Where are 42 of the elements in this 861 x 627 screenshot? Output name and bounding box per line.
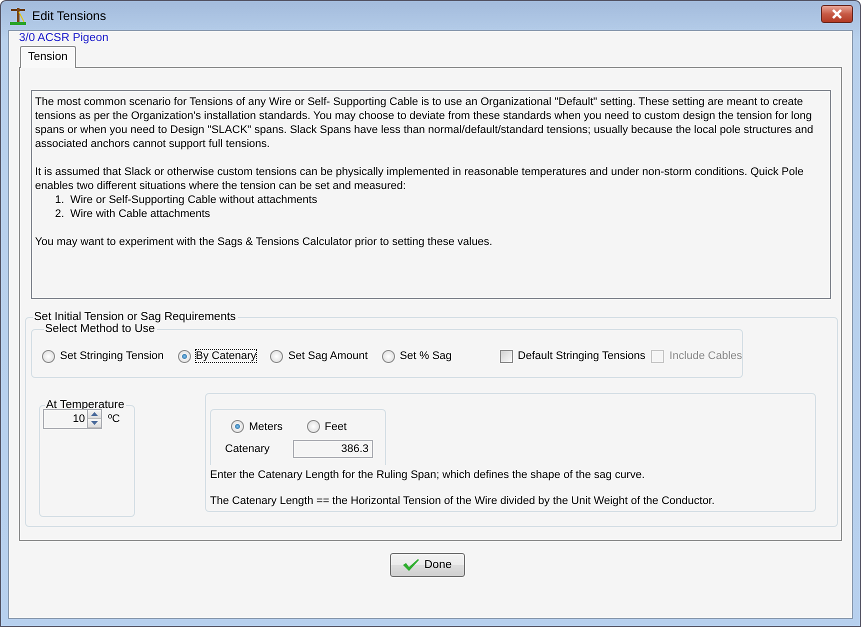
temperature-field[interactable]: 10 <box>43 409 87 429</box>
field-label: Catenary <box>225 443 270 455</box>
radio-button[interactable] <box>231 420 244 433</box>
checkbox[interactable] <box>500 350 513 362</box>
radio-label[interactable]: Set Sag Amount <box>288 350 368 362</box>
unit-label: ºC <box>108 413 120 425</box>
list-number: 1. <box>55 193 64 207</box>
close-button[interactable] <box>821 4 853 22</box>
group-title: Select Method to Use <box>44 323 156 335</box>
hint-text: Enter the Catenary Length for the Ruling Span; which defines the shape of the sag curve. <box>210 469 646 481</box>
description-paragraph: The most common scenario for Tensions of any Wire or Self- Supporting Cable is to use an Organizational "Default" setting. These setting are meant to create tensions as per the Organization's installation standards. You may choose to deviate from these standards when you need to custom design the tension for long spans or when you need to Design "SLACK" spans. Slack Spans have less than normal/default/standard tensions; usually because the local pole structures and associated anchors cannot support full tensions. <box>35 95 814 151</box>
radio-label[interactable]: Feet <box>324 420 347 432</box>
check-icon <box>403 559 420 571</box>
radio-label[interactable]: Set % Sag <box>400 350 452 362</box>
up-arrow-icon <box>91 412 98 416</box>
catenary-field[interactable]: 386.3 <box>292 440 373 458</box>
spin-down-button[interactable] <box>88 419 101 428</box>
down-arrow-icon <box>91 421 98 425</box>
list-item: Wire with Cable attachments <box>70 207 210 221</box>
list-item: Wire or Self-Supporting Cable without attachments <box>70 193 318 207</box>
window-title: Edit Tensions <box>32 8 106 22</box>
close-icon <box>831 8 843 18</box>
spin-up-button[interactable] <box>88 410 101 419</box>
tab[interactable]: Tension <box>20 46 76 68</box>
radio-button[interactable] <box>382 350 395 362</box>
radio-button[interactable] <box>178 350 191 362</box>
note-text: The Catenary Length == the Horizontal Tension of the Wire divided by the Unit Weight of the Conductor. <box>210 495 716 507</box>
radio-label[interactable]: By Catenary <box>196 350 256 362</box>
group-title: At Temperature <box>45 399 126 411</box>
radio-label[interactable]: Set Stringing Tension <box>60 350 164 362</box>
radio-button[interactable] <box>306 420 320 433</box>
cable-link[interactable]: 3/0 ACSR Pigeon <box>19 32 109 44</box>
radio-button[interactable] <box>42 350 55 362</box>
done-button[interactable]: Done <box>390 553 465 577</box>
radio-button[interactable] <box>270 350 284 362</box>
description-paragraph: You may want to experiment with the Sags & Tensions Calculator prior to setting these values. <box>35 235 494 249</box>
description-paragraph: It is assumed that Slack or otherwise custom tensions can be physically implemented in reasonable temperatures and under non-storm conditions. Quick Pole enables two different situations where the tension can be set and measured: <box>35 165 805 193</box>
radio-label[interactable]: Meters <box>249 420 283 432</box>
group-title: Set Initial Tension or Sag Requirements <box>33 311 237 323</box>
utility-pole-icon <box>10 6 26 24</box>
list-number: 2. <box>55 207 64 221</box>
checkbox-label[interactable]: Default Stringing Tensions <box>518 350 646 362</box>
